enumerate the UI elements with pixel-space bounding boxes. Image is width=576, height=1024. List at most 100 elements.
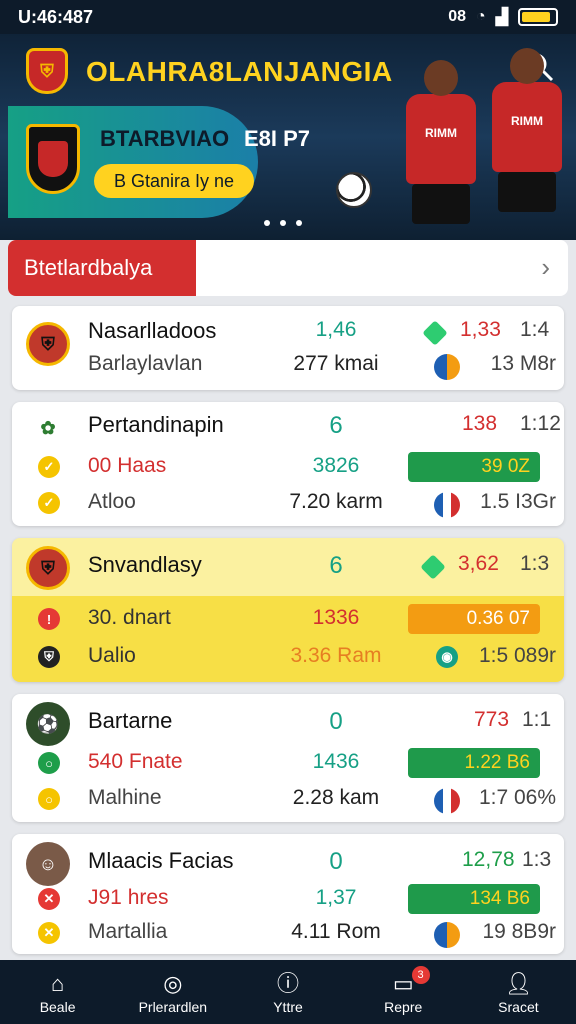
home-icon: ⌂ — [50, 971, 65, 996]
nav-label: Sracet — [498, 999, 539, 1015]
nav-item-home[interactable]: ⌂ Beale — [0, 960, 115, 1024]
nav-item-screens[interactable]: ▭ 3 Repre — [346, 960, 461, 1024]
nav-label: Repre — [384, 999, 423, 1015]
odds-ratio: 1:1 — [522, 708, 552, 731]
banner-crest-icon — [26, 124, 80, 194]
check-icon: ✓ — [38, 492, 60, 514]
players-image: RIMM RIMM — [316, 34, 576, 240]
match-score: 6 — [329, 552, 343, 579]
alert-icon: ! — [38, 608, 60, 630]
row-label: Atloo — [88, 490, 136, 513]
row-label: 540 Fnate — [88, 750, 183, 773]
odds-pill[interactable]: 39 0Z — [408, 452, 540, 482]
flag-icon — [434, 922, 460, 948]
tag-icon — [420, 554, 446, 580]
odds-pill[interactable]: 1.22 B6 — [408, 748, 540, 778]
row-value: 3826 — [312, 454, 360, 477]
info-icon: ⓘ — [277, 971, 300, 996]
circle-icon: ○ — [38, 788, 60, 810]
match-row: Bartarne 0 773 1:1 — [12, 704, 564, 740]
match-score: 0 — [329, 708, 343, 735]
tag-icon — [422, 320, 448, 346]
odds-pill[interactable]: 0.36 07 — [408, 604, 540, 634]
match-row: Mlaacis Facias 0 12,78 1:3 — [12, 844, 564, 880]
odds-pill[interactable]: 134 B6 — [408, 884, 540, 914]
match-card[interactable]: ✿ Pertandinapin 6 138 1:12 ✓ 00 Haas 382… — [12, 402, 564, 526]
notification-badge: 3 — [411, 966, 430, 984]
team-name: Snvandlasy — [88, 552, 202, 577]
cross-icon: ✕ — [38, 922, 60, 944]
section-label: Btetlardbalya — [8, 240, 196, 296]
row-value: 2.28 kam — [292, 786, 380, 809]
nav-item-predictions[interactable]: ◎ Prlerardlen — [115, 960, 230, 1024]
row-label: 30. dnart — [88, 606, 171, 629]
chevron-right-icon[interactable]: › — [541, 252, 550, 283]
battery-icon — [518, 8, 558, 26]
match-card[interactable]: ⛨ Nasarlladoos 1,46 1,33 1:4 Barlaylavla… — [12, 306, 564, 390]
odds-ratio: 1:3 — [520, 552, 550, 575]
match-row: Barlaylavlan 277 kmai 13 M8r — [12, 348, 564, 384]
row-label: 00 Haas — [88, 454, 167, 477]
row-value: 7.20 karm — [289, 490, 383, 513]
screen-icon: ▭ — [392, 971, 414, 996]
match-row: ✓ Atloo 7.20 karm 1.5 I3Gr — [12, 486, 564, 522]
match-row: ✓ 00 Haas 3826 39 0Z — [12, 450, 564, 486]
user-icon: 👤︎ — [504, 971, 533, 996]
match-card[interactable]: ☺ Mlaacis Facias 0 12,78 1:3 ✕ J91 hres … — [12, 834, 564, 954]
match-card[interactable]: ⚽ Bartarne 0 773 1:1 ○ 540 Fnate 1436 1.… — [12, 694, 564, 822]
team-name: Bartarne — [88, 708, 173, 733]
row-value: 1,37 — [315, 886, 357, 909]
match-card-highlighted[interactable]: ⛨ Snvandlasy 6 3,62 1:3 ! 30. dnart 1336… — [12, 538, 564, 682]
status-bar: U:46:487 08 ◔ ▟ — [0, 0, 576, 34]
nav-item-info[interactable]: ⓘ Yttre — [230, 960, 345, 1024]
extra-stat: 1.5 I3Gr — [480, 490, 556, 513]
nav-item-profile[interactable]: 👤︎ Sracet — [461, 960, 576, 1024]
extra-stat: 1:7 06% — [478, 786, 556, 809]
row-value: 4.11 Rom — [291, 920, 381, 943]
player-name: Mlaacis Facias — [88, 848, 234, 873]
match-row: ○ 540 Fnate 1436 1.22 B6 — [12, 746, 564, 782]
match-row: ⛨ Ualio 3.36 Ram ◉ 1:5 089r — [12, 640, 564, 676]
match-row: ! 30. dnart 1336 0.36 07 — [12, 602, 564, 638]
odds-ratio: 1:4 — [520, 318, 550, 341]
nav-label: Prlerardlen — [138, 999, 208, 1015]
banner-pill-button[interactable]: B Gtanira Iy ne — [94, 164, 254, 198]
match-row: Snvandlasy 6 3,62 1:3 — [12, 548, 564, 584]
row-label: Martallia — [88, 920, 168, 943]
row-value: 3.36 Ram — [290, 644, 382, 667]
match-score: 0 — [329, 848, 343, 875]
section-header[interactable]: Btetlardbalya › — [8, 240, 568, 296]
carousel-dots[interactable] — [264, 220, 302, 226]
club-logo: ⛨ — [26, 48, 68, 94]
circle-icon: ○ — [38, 752, 60, 774]
target-icon: ◎ — [163, 971, 183, 996]
odds-value: 1,33 — [460, 318, 501, 341]
flag-icon — [434, 492, 460, 518]
globe-icon: ◉ — [436, 646, 458, 668]
wifi-icon: ◔ — [476, 8, 486, 25]
player-figure: RIMM — [492, 48, 562, 212]
promo-banner[interactable]: BTARBVIAO B Gtanira Iy ne — [8, 106, 258, 218]
row-label: Ualio — [88, 644, 136, 667]
bottom-navigation: ⌂ Beale ◎ Prlerardlen ⓘ Yttre ▭ 3 Repre … — [0, 960, 576, 1024]
nav-label: Yttre — [273, 999, 303, 1015]
match-row: ✕ Martallia 4.11 Rom 19 8B9r — [12, 916, 564, 952]
extra-stat: 19 8B9r — [482, 920, 556, 943]
nav-label: Beale — [39, 999, 76, 1015]
status-right-text: 08 — [448, 8, 467, 25]
odds-value: 773 — [474, 708, 510, 731]
check-icon: ✓ — [38, 456, 60, 478]
distance: 277 kmai — [293, 352, 379, 375]
row-value: 1436 — [312, 750, 360, 773]
team-name: Pertandinapin — [88, 412, 224, 437]
badge-icon: ✕ — [38, 888, 60, 910]
shield-icon: ⛨ — [38, 646, 60, 668]
team-name: Nasarlladoos — [88, 318, 217, 343]
extra-stat: 13 M8r — [490, 352, 556, 375]
player-figure: RIMM — [406, 60, 476, 224]
extra-stat: 1:5 089r — [478, 644, 556, 667]
match-row: ○ Malhine 2.28 kam 1:7 06% — [12, 782, 564, 818]
odds-value: 12,78 — [462, 848, 515, 871]
match-sub: Barlaylavlan — [88, 352, 203, 375]
row-label: J91 hres — [88, 886, 169, 909]
